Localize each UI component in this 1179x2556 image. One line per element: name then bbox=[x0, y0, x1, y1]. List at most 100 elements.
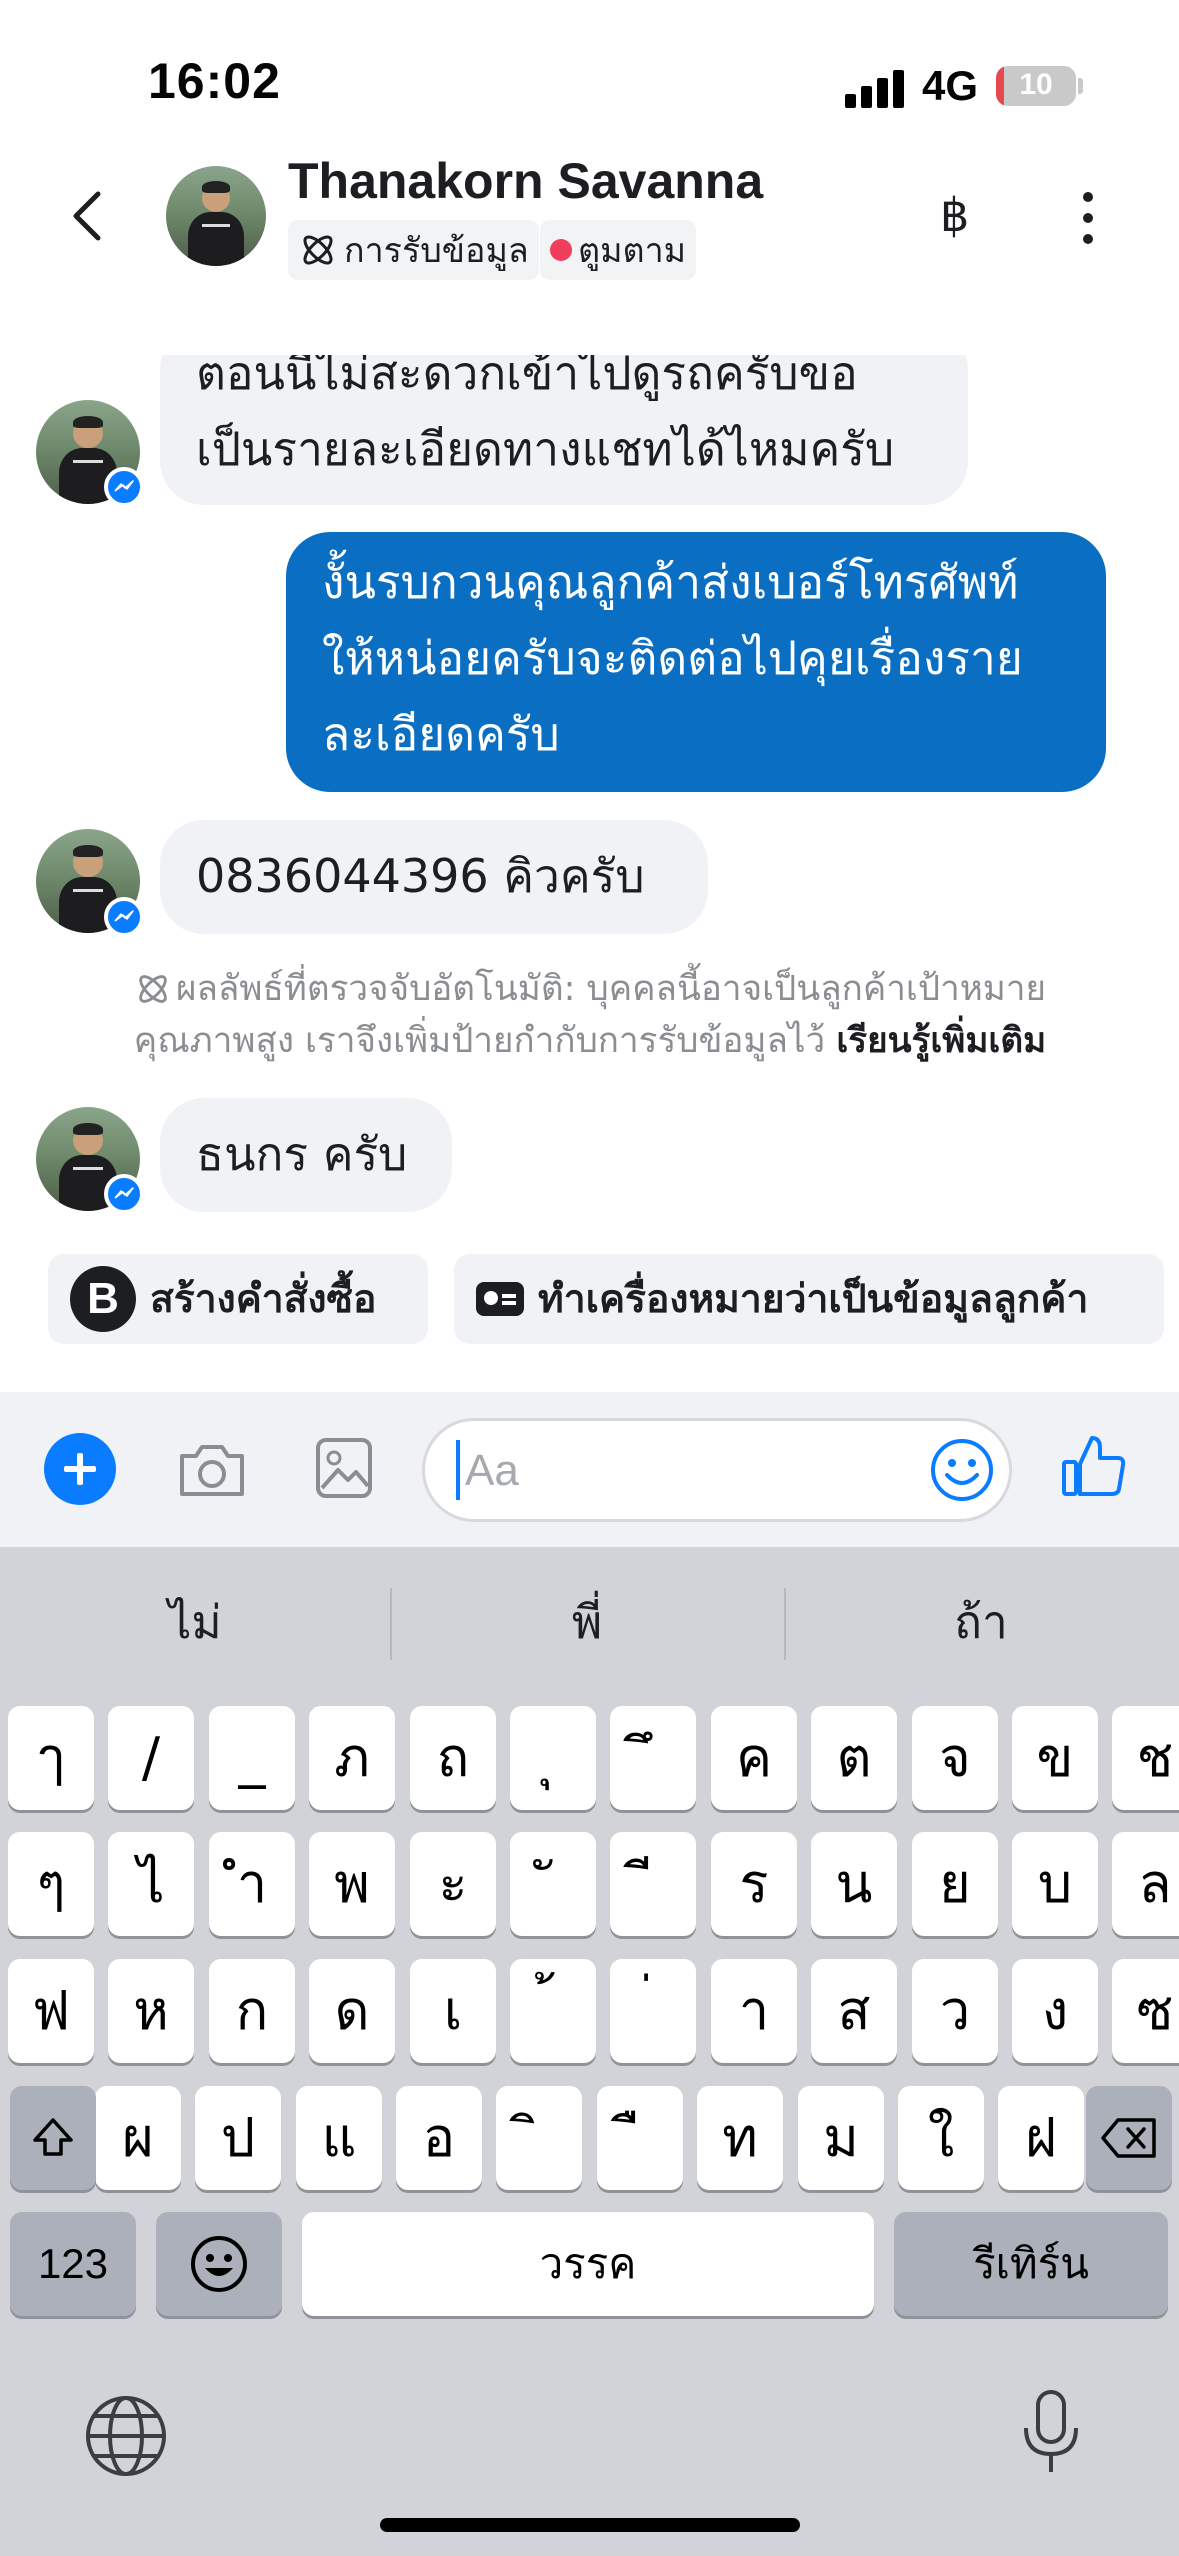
message-line: ตอนนี้ไม่สะดวกเข้าไปดูรถครับขอ bbox=[196, 355, 858, 400]
key-2-3[interactable]: ด bbox=[309, 1959, 395, 2063]
shift-key[interactable] bbox=[10, 2086, 96, 2190]
incoming-message[interactable]: ตอนนี้ไม่สะดวกเข้าไปดูรถครับขอ เป็นรายละ… bbox=[160, 355, 968, 505]
message-list[interactable]: ตอนนี้ไม่สะดวกเข้าไปดูรถครับขอ เป็นรายละ… bbox=[0, 355, 1179, 1395]
message-input[interactable] bbox=[465, 1441, 905, 1501]
auto-detect-note: ผลลัพธ์ที่ตรวจจับอัตโนมัติ: บุคคลนี้อาจเ… bbox=[60, 963, 1120, 1067]
microphone-icon[interactable] bbox=[1016, 2388, 1086, 2478]
delete-key[interactable] bbox=[1086, 2086, 1172, 2190]
key-2-5[interactable]: ้ bbox=[510, 1959, 596, 2063]
red-dot-icon bbox=[550, 239, 572, 261]
globe-icon[interactable] bbox=[84, 2394, 168, 2478]
key-1-11[interactable]: ล bbox=[1112, 1832, 1179, 1936]
tag-follow[interactable]: ตูมตาม bbox=[540, 220, 697, 280]
message-line: ธนกร ครับ bbox=[196, 1127, 408, 1181]
key-0-8[interactable]: ต bbox=[811, 1706, 897, 1810]
key-1-7[interactable]: ร bbox=[711, 1832, 797, 1936]
key-1-5[interactable]: ั bbox=[510, 1832, 596, 1936]
message-input-container[interactable] bbox=[422, 1418, 1012, 1522]
incoming-message[interactable]: ธนกร ครับ bbox=[160, 1098, 452, 1212]
numbers-key[interactable]: 123 bbox=[10, 2212, 136, 2316]
key-0-4[interactable]: ถ bbox=[410, 1706, 496, 1810]
message-line: ให้หน่อยครับจะติดต่อไปคุยเรื่องราย bbox=[322, 631, 1023, 685]
key-0-1[interactable]: / bbox=[108, 1706, 194, 1810]
key-2-1[interactable]: ห bbox=[108, 1959, 194, 2063]
thumbs-up-icon[interactable] bbox=[1058, 1430, 1130, 1502]
key-3-2[interactable]: แ bbox=[296, 2086, 382, 2190]
plus-icon[interactable] bbox=[44, 1433, 116, 1505]
camera-icon[interactable] bbox=[176, 1438, 248, 1502]
message-line: 0836044396 คิวครับ bbox=[196, 849, 645, 903]
key-2-9[interactable]: ว bbox=[912, 1959, 998, 2063]
key-3-6[interactable]: ท bbox=[697, 2086, 783, 2190]
key-3-5[interactable]: ื bbox=[597, 2086, 683, 2190]
key-1-8[interactable]: น bbox=[811, 1832, 897, 1936]
key-0-5[interactable]: ุ bbox=[510, 1706, 596, 1810]
tag-leads[interactable]: การรับข้อมูล bbox=[288, 220, 539, 280]
key-3-7[interactable]: ม bbox=[798, 2086, 884, 2190]
incoming-message[interactable]: 0836044396 คิวครับ bbox=[160, 820, 708, 934]
key-0-0[interactable]: ๅ bbox=[8, 1706, 94, 1810]
create-order-button[interactable]: B สร้างคำสั่งซื้อ bbox=[48, 1254, 428, 1344]
key-1-10[interactable]: บ bbox=[1012, 1832, 1098, 1936]
key-0-11[interactable]: ช bbox=[1112, 1706, 1179, 1810]
gallery-icon[interactable] bbox=[314, 1436, 374, 1500]
key-3-0[interactable]: ผ bbox=[95, 2086, 181, 2190]
key-0-10[interactable]: ข bbox=[1012, 1706, 1098, 1810]
contact-name[interactable]: Thanakorn Savanna bbox=[288, 152, 763, 210]
battery-level: 10 bbox=[1019, 68, 1053, 101]
key-1-0[interactable]: ๆ bbox=[8, 1832, 94, 1936]
key-0-3[interactable]: ภ bbox=[309, 1706, 395, 1810]
key-1-3[interactable]: พ bbox=[309, 1832, 395, 1936]
emoji-icon bbox=[191, 2236, 247, 2292]
messenger-badge-icon bbox=[104, 897, 144, 937]
note-line: ผลลัพธ์ที่ตรวจจับอัตโนมัติ: บุคคลนี้อาจเ… bbox=[175, 969, 1047, 1009]
key-3-4[interactable]: ิ bbox=[496, 2086, 582, 2190]
key-2-8[interactable]: ส bbox=[811, 1959, 897, 2063]
atom-icon bbox=[303, 235, 333, 265]
key-3-1[interactable]: ป bbox=[195, 2086, 281, 2190]
key-3-8[interactable]: ใ bbox=[898, 2086, 984, 2190]
key-2-7[interactable]: า bbox=[711, 1959, 797, 2063]
key-0-6[interactable]: ึ bbox=[610, 1706, 696, 1810]
messenger-badge-icon bbox=[104, 467, 144, 507]
key-0-2[interactable]: _ bbox=[209, 1706, 295, 1810]
key-0-7[interactable]: ค bbox=[711, 1706, 797, 1810]
key-2-4[interactable]: เ bbox=[410, 1959, 496, 2063]
key-3-9[interactable]: ฝ bbox=[998, 2086, 1084, 2190]
emoji-key[interactable] bbox=[156, 2212, 282, 2316]
key-3-3[interactable]: อ bbox=[396, 2086, 482, 2190]
backspace-icon bbox=[1101, 2118, 1156, 2158]
key-1-9[interactable]: ย bbox=[912, 1832, 998, 1936]
baht-icon[interactable]: ฿ bbox=[940, 188, 969, 242]
mark-as-lead-button[interactable]: ทำเครื่องหมายว่าเป็นข้อมูลลูกค้า bbox=[454, 1254, 1164, 1344]
key-0-9[interactable]: จ bbox=[912, 1706, 998, 1810]
battery-icon: 10 bbox=[996, 66, 1076, 106]
suggestion-1[interactable]: ไม่ bbox=[0, 1552, 390, 1692]
key-2-11[interactable]: ซ bbox=[1112, 1959, 1179, 2063]
suggestion-3[interactable]: ถ้า bbox=[786, 1552, 1176, 1692]
suggestion-2[interactable]: พี่ bbox=[392, 1552, 782, 1692]
key-2-6[interactable]: ่ bbox=[610, 1959, 696, 2063]
return-key[interactable]: รีเทิร์น bbox=[894, 2212, 1168, 2316]
key-2-0[interactable]: ฟ bbox=[8, 1959, 94, 2063]
id-card-icon bbox=[476, 1282, 524, 1316]
space-key[interactable]: วรรค bbox=[302, 2212, 874, 2316]
emoji-icon[interactable] bbox=[929, 1437, 995, 1503]
key-2-10[interactable]: ง bbox=[1012, 1959, 1098, 2063]
learn-more-link[interactable]: เรียนรู้เพิ่มเติม bbox=[836, 1021, 1046, 1061]
key-1-2[interactable]: ำ bbox=[209, 1832, 295, 1936]
text-caret bbox=[456, 1440, 460, 1500]
key-1-6[interactable]: ี bbox=[610, 1832, 696, 1936]
network-label: 4G bbox=[922, 62, 979, 109]
mark-as-lead-label: ทำเครื่องหมายว่าเป็นข้อมูลลูกค้า bbox=[538, 1277, 1089, 1322]
contact-avatar[interactable] bbox=[166, 166, 266, 266]
key-2-2[interactable]: ก bbox=[209, 1959, 295, 2063]
battery-nub bbox=[1078, 78, 1083, 94]
outgoing-message[interactable]: งั้นรบกวนคุณลูกค้าส่งเบอร์โทรศัพท์ ให้หน… bbox=[286, 532, 1106, 792]
message-line: เป็นรายละเอียดทางแชทได้ไหมครับ bbox=[196, 422, 895, 476]
atom-icon bbox=[139, 975, 167, 1003]
back-icon[interactable] bbox=[66, 188, 110, 244]
key-1-1[interactable]: ไ bbox=[108, 1832, 194, 1936]
key-1-4[interactable]: ะ bbox=[410, 1832, 496, 1936]
more-options-icon[interactable] bbox=[1080, 192, 1094, 244]
